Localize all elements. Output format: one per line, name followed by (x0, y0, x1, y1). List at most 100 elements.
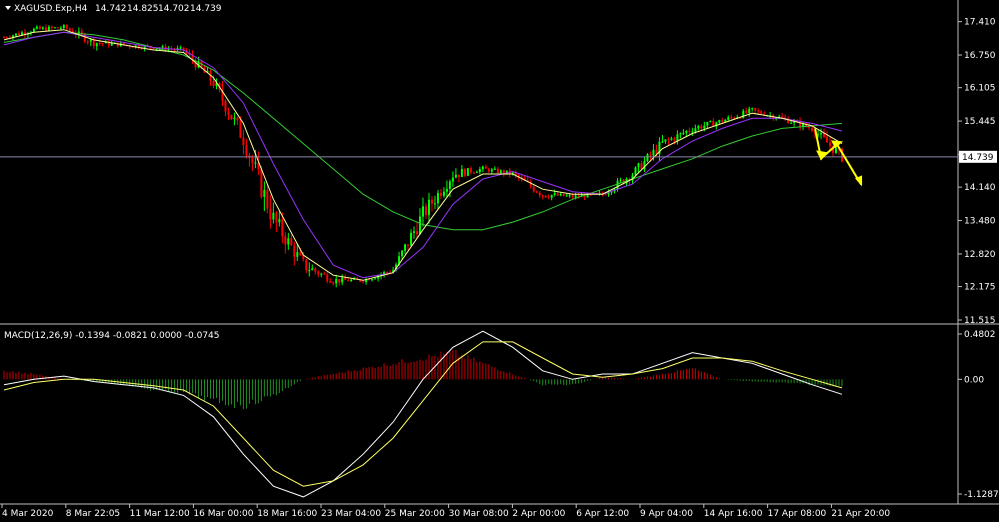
candle-body (481, 166, 484, 170)
candle-body (679, 133, 682, 135)
price-tick-label: 12.175 (964, 283, 996, 293)
current-price-label: 14.739 (962, 153, 994, 163)
candle-body (430, 199, 433, 204)
candle-body (490, 169, 493, 172)
candle-body (538, 192, 541, 196)
time-tick-label: 4 Mar 2020 (2, 509, 54, 519)
candle-body (242, 137, 245, 146)
candle-body (493, 168, 496, 170)
candle-body (661, 141, 664, 143)
candle-body (475, 172, 478, 174)
candle-body (278, 219, 281, 223)
candle-body (233, 117, 236, 120)
price-tick-label: 12.820 (964, 250, 996, 260)
candle-body (472, 172, 475, 174)
candle-body (571, 195, 574, 198)
candle-body (820, 133, 823, 135)
candle-body (469, 168, 472, 173)
candle-body (460, 168, 463, 177)
candle-body (314, 268, 317, 272)
candle-body (224, 100, 227, 112)
price-tick-label: 11.515 (964, 316, 996, 326)
candle-body (53, 27, 56, 29)
candle-body (38, 26, 41, 29)
candle-body (413, 231, 416, 233)
candle-body (269, 208, 272, 220)
candle-body (745, 110, 748, 113)
candle-body (574, 195, 577, 198)
candle-body (718, 120, 721, 123)
candle-body (404, 244, 407, 251)
macd-tick-label: 0.00 (964, 375, 984, 385)
price-tick-label: 13.480 (964, 217, 996, 227)
macd-tick-label: -1.1287 (964, 490, 999, 500)
candle-body (281, 219, 284, 237)
candle-body (754, 108, 757, 111)
candle-body (466, 168, 469, 176)
candle-body (260, 169, 263, 197)
candle-body (565, 195, 568, 197)
candle-body (646, 154, 649, 162)
candle-body (323, 273, 326, 275)
candle-body (284, 236, 287, 245)
candle-body (478, 169, 481, 173)
candle-body (835, 148, 838, 153)
time-tick-label: 16 Mar 00:00 (193, 509, 253, 519)
candle-body (254, 162, 257, 164)
macd-panel[interactable]: MACD(12,26,9) -0.1394 -0.0821 0.0000 -0.… (3, 330, 999, 500)
candle-body (266, 189, 269, 209)
candle-body (634, 167, 637, 176)
candle-body (496, 168, 499, 174)
symbol-header: XAGUSD.Exp,H4 14.742 14.825 14.702 14.73… (5, 4, 222, 14)
time-tick-label: 8 Mar 22:05 (66, 509, 120, 519)
macd-tick-label: 0.4802 (964, 330, 996, 340)
candle-body (419, 216, 422, 235)
candle-body (697, 126, 700, 129)
candle-body (439, 192, 442, 196)
candle-body (781, 116, 784, 118)
macd-main-line (3, 330, 843, 498)
candle-body (499, 170, 502, 174)
candle-body (730, 117, 733, 119)
candle-body (637, 163, 640, 168)
candle-body (424, 206, 427, 215)
candle-body (5, 37, 8, 39)
candle-body (347, 279, 350, 282)
candle-body (811, 127, 814, 131)
candle-body (41, 27, 44, 29)
candle-body (422, 206, 424, 217)
candle-body (326, 274, 329, 282)
price-axis: 17.41016.75016.10515.44514.78514.14013.4… (958, 18, 996, 326)
candle-body (445, 188, 448, 192)
time-tick-label: 9 Apr 04:00 (640, 509, 693, 519)
candle-body (56, 27, 59, 29)
candle-body (230, 114, 233, 120)
candle-body (95, 43, 98, 47)
candle-body (290, 238, 293, 246)
time-tick-label: 14 Apr 16:00 (704, 509, 763, 519)
candle-body (433, 203, 436, 205)
candle-body (263, 189, 266, 197)
candle-body (709, 121, 712, 123)
candle-body (329, 281, 332, 283)
candle-body (484, 166, 487, 169)
candle-body (829, 142, 832, 146)
time-tick-label: 6 Apr 12:00 (576, 509, 629, 519)
price-panel[interactable]: 17.41016.75016.10515.44514.78514.14013.4… (0, 0, 999, 504)
candle-body (463, 168, 466, 176)
candle-body (14, 33, 17, 36)
candle-body (101, 43, 104, 45)
candle-body (50, 26, 53, 28)
time-tick-label: 2 Apr 00:00 (512, 509, 565, 519)
candle-body (98, 43, 101, 45)
time-tick-label: 11 Mar 12:00 (130, 509, 190, 519)
time-axis: 4 Mar 2020 8 Mar 22:05 11 Mar 12:00 16 Mar … (1, 504, 890, 519)
candle-body (673, 138, 676, 141)
candle-body (748, 108, 751, 113)
candle-body (416, 231, 419, 235)
candle-body (553, 193, 556, 195)
trading-chart[interactable]: 17.41016.75016.10515.44514.78514.14013.4… (0, 0, 999, 522)
candle-body (245, 145, 248, 156)
candle-body (640, 163, 643, 170)
candle-body (487, 168, 490, 172)
